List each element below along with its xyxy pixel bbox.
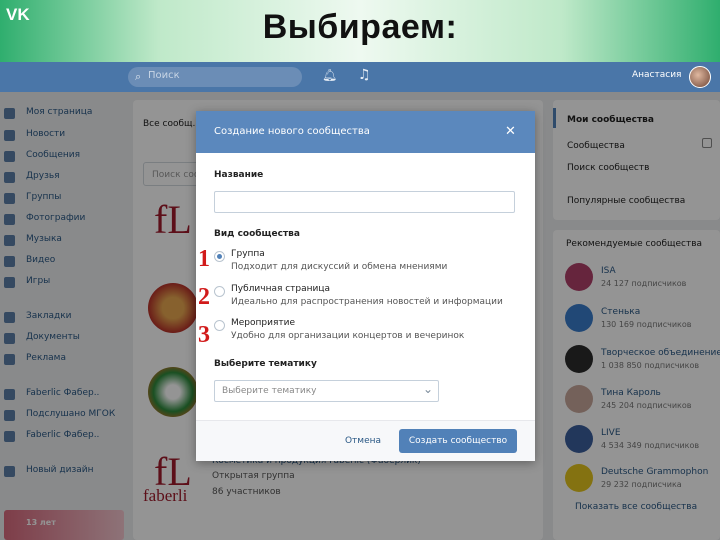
cancel-button[interactable]: Отмена <box>334 430 392 452</box>
radio-event[interactable] <box>214 320 225 331</box>
chevron-down-icon[interactable]: ⌄ <box>423 382 433 396</box>
topic-select-value: Выберите тематику <box>222 386 317 396</box>
type-label: Вид сообщества <box>214 229 300 239</box>
user-name[interactable]: Анастасия <box>632 70 681 80</box>
radio-group[interactable] <box>214 251 225 262</box>
option-event-title[interactable]: Мероприятие <box>231 318 295 328</box>
slide-title: Выбираем: <box>262 8 458 46</box>
option-event-desc: Удобно для организации концертов и вечер… <box>231 331 465 341</box>
name-input[interactable] <box>214 191 515 213</box>
avatar[interactable] <box>689 66 711 88</box>
create-community-button[interactable]: Создать сообщество <box>399 429 517 453</box>
annotation-number: 3 <box>198 322 210 348</box>
search-input[interactable]: Поиск <box>148 70 180 81</box>
music-icon[interactable]: ♫ <box>358 67 371 83</box>
vk-logo[interactable]: VK <box>6 5 30 25</box>
search-icon: ⌕ <box>135 70 142 83</box>
annotation-number: 2 <box>198 284 210 310</box>
annotation-number: 1 <box>198 246 210 272</box>
option-group-desc: Подходит для дискуссий и обмена мнениями <box>231 262 448 272</box>
name-label: Название <box>214 170 264 180</box>
topic-label: Выберите тематику <box>214 359 317 369</box>
option-group-title[interactable]: Группа <box>231 249 265 259</box>
bell-icon[interactable]: 🔔︎ <box>322 68 337 82</box>
option-public-page-title[interactable]: Публичная страница <box>231 284 330 294</box>
radio-public-page[interactable] <box>214 286 225 297</box>
close-icon[interactable]: ✕ <box>505 124 516 139</box>
dialog-title: Создание нового сообщества <box>214 126 370 137</box>
option-public-page-desc: Идеально для распространения новостей и … <box>231 297 503 307</box>
